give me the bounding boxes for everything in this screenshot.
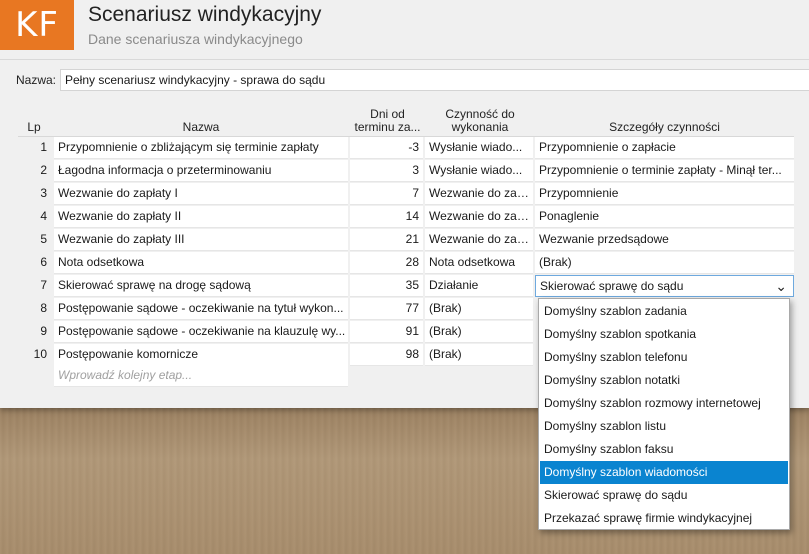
scenario-window: KF Scenariusz windykacyjny Dane scenariu…: [0, 0, 809, 530]
cell-lp: 6: [40, 255, 47, 269]
combobox-value: Skierować sprawę do sądu: [540, 278, 684, 293]
cell-days[interactable]: 28: [350, 252, 423, 274]
cell-details[interactable]: Wezwanie przedsądowe: [535, 229, 794, 251]
details-combobox[interactable]: Skierować sprawę do sądu ⌄: [535, 275, 794, 297]
app-logo: KF: [0, 0, 74, 50]
dropdown-option[interactable]: Skierować sprawę do sądu: [540, 484, 788, 507]
cell-details[interactable]: Ponaglenie: [535, 206, 794, 228]
cell-lp: 3: [40, 186, 47, 200]
cell-details[interactable]: Przypomnienie: [535, 183, 794, 205]
dropdown-option[interactable]: Domyślny szablon rozmowy internetowej: [540, 392, 788, 415]
cell-name[interactable]: Wezwanie do zapłaty II: [54, 206, 348, 228]
cell-action[interactable]: Wezwanie do zap...: [425, 229, 533, 251]
cell-action[interactable]: Nota odsetkowa: [425, 252, 533, 274]
cell-days[interactable]: 77: [350, 298, 423, 320]
chevron-down-icon[interactable]: ⌄: [775, 279, 787, 293]
cell-days[interactable]: 21: [350, 229, 423, 251]
cell-details[interactable]: Przypomnienie o zapłacie: [535, 137, 794, 159]
cell-name[interactable]: Postępowanie komornicze: [54, 344, 348, 366]
cell-name[interactable]: Postępowanie sądowe - oczekiwanie na kla…: [54, 321, 348, 343]
details-dropdown-list: Domyślny szablon zadania Domyślny szablon…: [538, 298, 790, 530]
table-row[interactable]: 7 Skierować sprawę na drogę sądową 35 Dział…: [18, 275, 794, 297]
cell-lp: 9: [40, 324, 47, 338]
cell-action[interactable]: Wezwanie do zap...: [425, 183, 533, 205]
cell-name[interactable]: Skierować sprawę na drogę sądową: [54, 275, 348, 297]
table-row[interactable]: 1 Przypomnienie o zbliżającym się termini…: [18, 137, 794, 159]
cell-details[interactable]: (Brak): [535, 252, 794, 274]
cell-lp: 1: [40, 140, 47, 154]
cell-name[interactable]: Łagodna informacja o przeterminowaniu: [54, 160, 348, 182]
cell-lp: 7: [40, 278, 47, 292]
cell-lp: 8: [40, 301, 47, 315]
dropdown-option[interactable]: Domyślny szablon wiadomości: [540, 461, 788, 484]
dropdown-option[interactable]: Domyślny szablon telefonu: [540, 346, 788, 369]
dropdown-option[interactable]: Domyślny szablon listu: [540, 415, 788, 438]
dropdown-option[interactable]: Domyślny szablon notatki: [540, 369, 788, 392]
cell-action[interactable]: (Brak): [425, 298, 533, 320]
cell-days[interactable]: -3: [350, 137, 423, 159]
window-header: KF Scenariusz windykacyjny Dane scenariu…: [0, 0, 809, 60]
table-row[interactable]: 5 Wezwanie do zapłaty III 21 Wezwanie do za…: [18, 229, 794, 251]
column-header-name[interactable]: Nazwa: [54, 104, 348, 136]
table-row[interactable]: 4 Wezwanie do zapłaty II 14 Wezwanie do zap…: [18, 206, 794, 228]
cell-name[interactable]: Postępowanie sądowe - oczekiwanie na tyt…: [54, 298, 348, 320]
table-row[interactable]: 2 Łagodna informacja o przeterminowaniu 3 W…: [18, 160, 794, 182]
cell-action[interactable]: (Brak): [425, 321, 533, 343]
cell-action[interactable]: Wezwanie do zap...: [425, 206, 533, 228]
dropdown-option[interactable]: Domyślny szablon zadania: [540, 300, 788, 323]
cell-name[interactable]: Przypomnienie o zbliżającym się terminie…: [54, 137, 348, 159]
new-step-input[interactable]: Wprowadź kolejny etap...: [54, 365, 348, 387]
cell-days[interactable]: 14: [350, 206, 423, 228]
cell-lp: 10: [33, 347, 47, 361]
column-header-details[interactable]: Szczegóły czynności: [535, 104, 794, 136]
cell-action[interactable]: Wysłanie wiado...: [425, 137, 533, 159]
cell-name[interactable]: Wezwanie do zapłaty III: [54, 229, 348, 251]
cell-lp: 2: [40, 163, 47, 177]
cell-action[interactable]: Wysłanie wiado...: [425, 160, 533, 182]
cell-details[interactable]: Przypomnienie o terminie zapłaty - Minął…: [535, 160, 794, 182]
table-row[interactable]: 6 Nota odsetkowa 28 Nota odsetkowa (Brak): [18, 252, 794, 274]
column-header-action[interactable]: Czynność do wykonania: [425, 104, 535, 136]
cell-lp: 4: [40, 209, 47, 223]
cell-days[interactable]: 35: [350, 275, 423, 297]
column-header-days[interactable]: Dni od terminu za...: [350, 104, 425, 136]
cell-name[interactable]: Nota odsetkowa: [54, 252, 348, 274]
cell-days[interactable]: 7: [350, 183, 423, 205]
name-label: Nazwa:: [16, 73, 57, 87]
dropdown-option[interactable]: Przekazać sprawę firmie windykacyjnej: [540, 507, 788, 530]
dropdown-option[interactable]: Domyślny szablon spotkania: [540, 323, 788, 346]
cell-action[interactable]: Działanie: [425, 275, 533, 297]
cell-days[interactable]: 98: [350, 344, 423, 366]
table-row[interactable]: 3 Wezwanie do zapłaty I 7 Wezwanie do zap..…: [18, 183, 794, 205]
cell-action[interactable]: (Brak): [425, 344, 533, 366]
dropdown-option[interactable]: Domyślny szablon faksu: [540, 438, 788, 461]
cell-name[interactable]: Wezwanie do zapłaty I: [54, 183, 348, 205]
cell-days[interactable]: 3: [350, 160, 423, 182]
cell-lp: 5: [40, 232, 47, 246]
scenario-name-input[interactable]: Pełny scenariusz windykacyjny - sprawa d…: [60, 69, 809, 91]
page-subtitle: Dane scenariusza windykacyjnego: [88, 31, 303, 47]
cell-days[interactable]: 91: [350, 321, 423, 343]
page-title: Scenariusz windykacyjny: [88, 3, 322, 26]
column-header-lp[interactable]: Lp: [18, 104, 50, 136]
